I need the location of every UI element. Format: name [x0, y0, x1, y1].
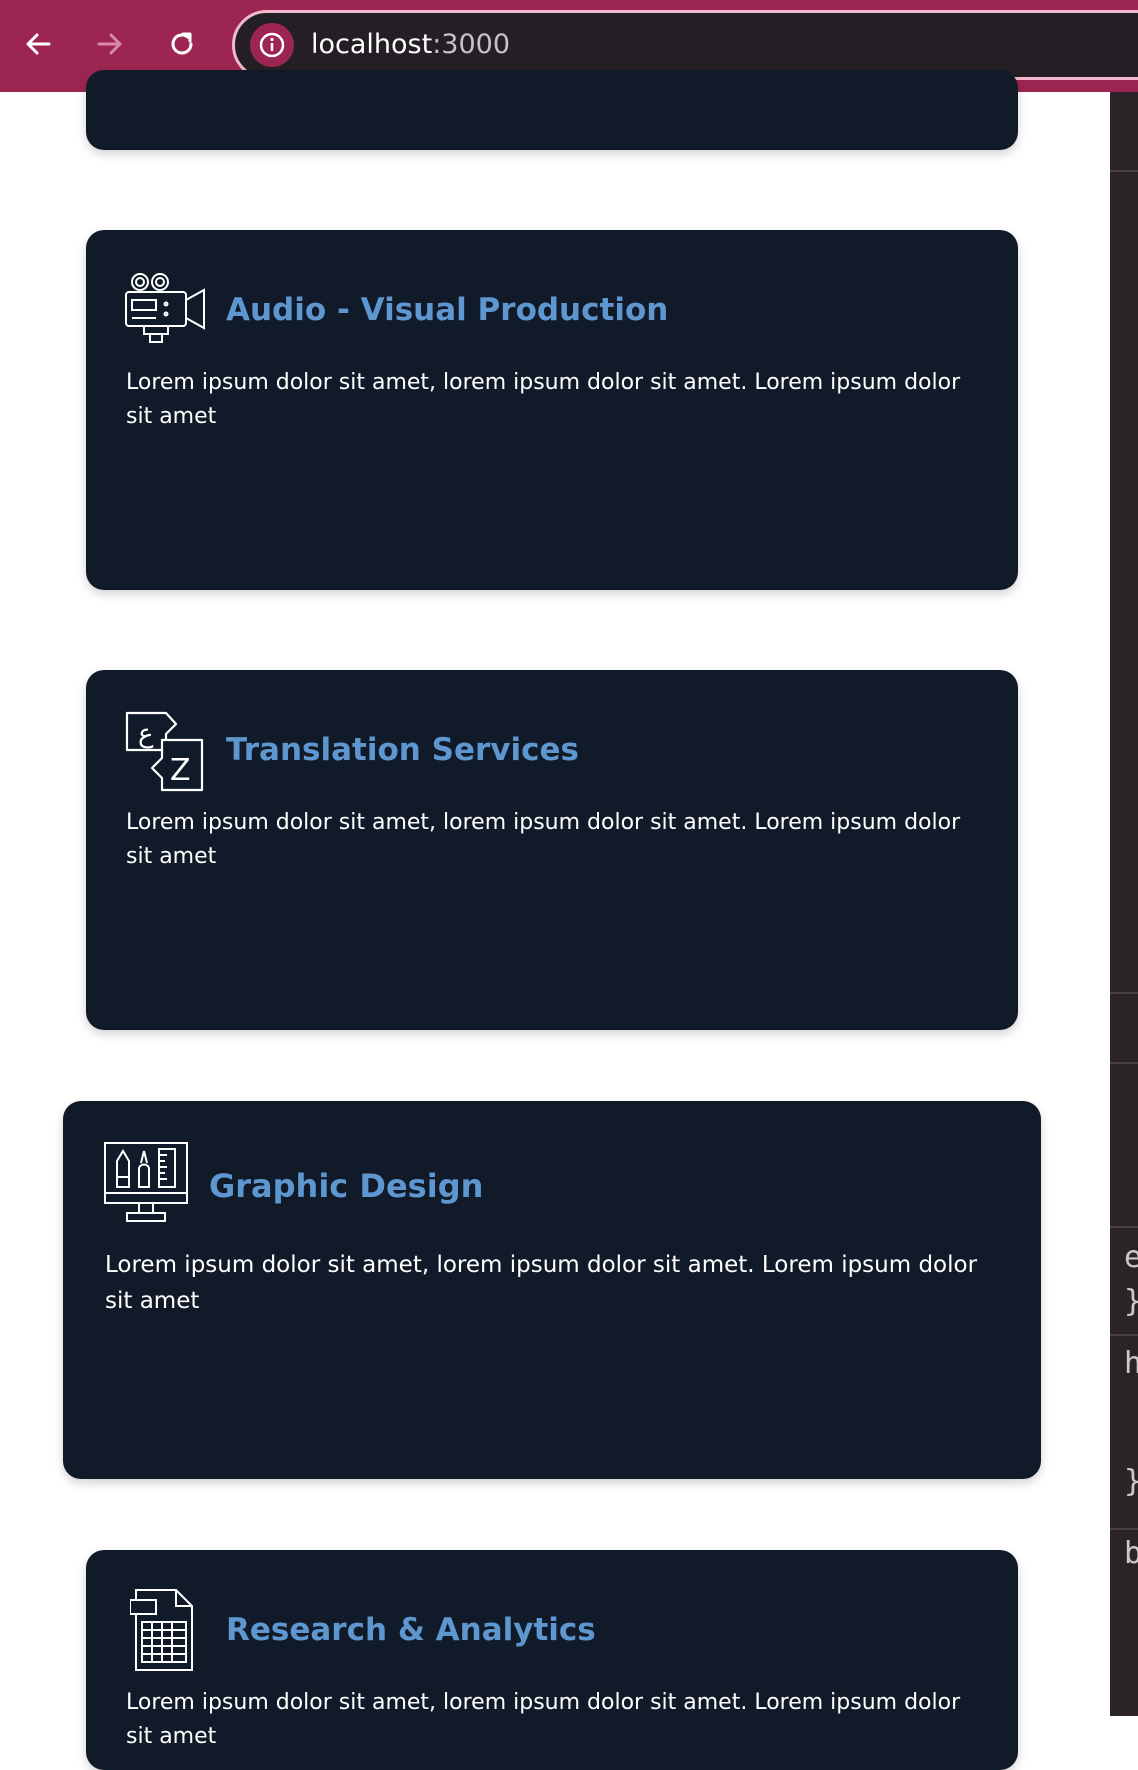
service-card[interactable]: ع Z Translation Services Lorem ipsum dol…	[86, 670, 1018, 1030]
info-icon	[259, 32, 285, 58]
svg-text:Z: Z	[170, 753, 191, 788]
url-text[interactable]: localhost:3000	[311, 29, 510, 60]
translation-icon: ع Z	[125, 711, 204, 792]
devtools-panel: e } h } b	[1110, 92, 1138, 1716]
service-description: Lorem ipsum dolor sit amet, lorem ipsum …	[126, 1690, 961, 1749]
url-host: localhost	[311, 29, 433, 60]
service-card[interactable]: Audio - Visual Production Lorem ipsum do…	[86, 230, 1018, 590]
service-title: Translation Services	[226, 732, 579, 768]
service-title: Research & Analytics	[226, 1612, 596, 1648]
reload-icon	[171, 32, 193, 55]
service-card[interactable]: Graphic Design Lorem ipsum dolor sit ame…	[63, 1101, 1041, 1479]
service-description: Lorem ipsum dolor sit amet, lorem ipsum …	[126, 370, 961, 429]
service-description: Lorem ipsum dolor sit amet, lorem ipsum …	[105, 1252, 978, 1314]
devtools-char: e	[1124, 1240, 1138, 1275]
svg-text:ع: ع	[138, 719, 154, 749]
service-card-partial	[86, 70, 1018, 150]
url-port: :3000	[432, 29, 511, 60]
video-camera-icon	[125, 273, 205, 343]
devtools-char: }	[1124, 1464, 1138, 1499]
forward-button[interactable]	[88, 22, 132, 66]
devtools-char: h	[1124, 1346, 1138, 1381]
design-monitor-icon	[104, 1142, 188, 1222]
back-button[interactable]	[16, 22, 60, 66]
service-card[interactable]: Research & Analytics Lorem ipsum dolor s…	[86, 1550, 1018, 1770]
devtools-char: b	[1124, 1536, 1138, 1571]
arrow-right-icon	[97, 33, 122, 55]
service-description: Lorem ipsum dolor sit amet, lorem ipsum …	[126, 810, 961, 869]
service-title: Graphic Design	[209, 1167, 484, 1205]
devtools-char: }	[1124, 1284, 1138, 1319]
reload-button[interactable]	[160, 22, 204, 66]
service-title: Audio - Visual Production	[226, 292, 669, 328]
site-info-button[interactable]	[250, 23, 294, 67]
spreadsheet-icon	[130, 1589, 193, 1671]
arrow-left-icon	[26, 33, 51, 55]
